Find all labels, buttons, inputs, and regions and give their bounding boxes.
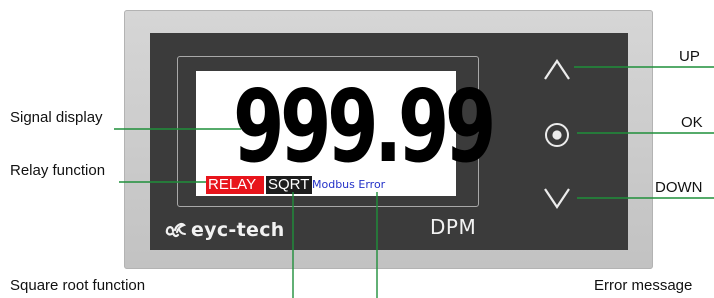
callout-lines bbox=[114, 66, 714, 298]
square-root-function-label: Square root function bbox=[10, 277, 146, 294]
ok-label: OK bbox=[681, 114, 703, 131]
down-label: DOWN bbox=[655, 179, 703, 196]
relay-function-label: Relay function bbox=[10, 162, 106, 179]
up-label: UP bbox=[679, 48, 700, 65]
signal-display-label: Signal display bbox=[10, 109, 103, 126]
error-message-label: Error message bbox=[594, 277, 693, 294]
